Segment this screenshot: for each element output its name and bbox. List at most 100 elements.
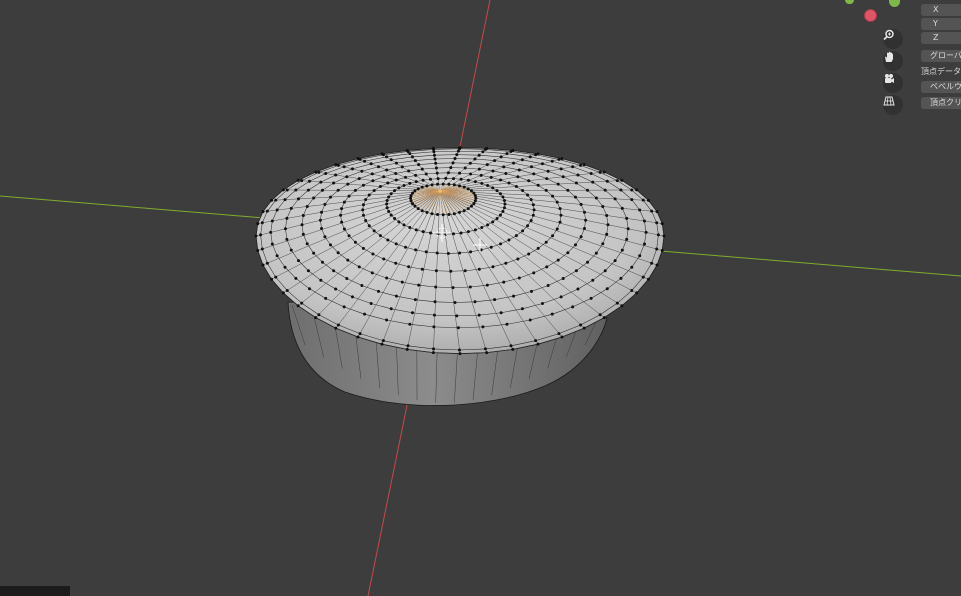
mesh-vertex (296, 197, 300, 201)
vertex-crease-field[interactable]: 頂点クリ (921, 97, 961, 109)
mesh-vertex (350, 167, 354, 171)
mesh-vertex (495, 189, 499, 193)
mesh-vertex (466, 207, 470, 211)
mesh-vertex (434, 166, 438, 170)
mesh-vertex (540, 162, 544, 166)
mesh-vertex (431, 351, 435, 355)
mesh-vertex (434, 161, 438, 165)
bevel-weight-field[interactable]: ベベルウ (921, 81, 961, 93)
mesh-vertex (431, 146, 435, 150)
mesh-vertex (601, 205, 605, 209)
mesh-vertex (328, 243, 332, 247)
mesh-vertex (296, 259, 300, 263)
ortho-grid-button[interactable] (883, 95, 903, 115)
mesh-vertex (620, 304, 624, 308)
mesh-vertex (340, 220, 344, 224)
mesh-vertex (413, 204, 417, 208)
mesh-vertex (598, 313, 602, 317)
mesh-vertex (660, 248, 664, 252)
mesh-vertex (555, 200, 559, 204)
mesh-vertex (480, 226, 484, 230)
mesh-vertex (432, 347, 436, 351)
mesh-vertex (601, 242, 605, 246)
mesh-vertex (550, 159, 554, 163)
pan-button[interactable] (883, 51, 903, 71)
mesh-vertex (455, 314, 459, 318)
mesh-vertex (559, 295, 563, 299)
mesh-vertex (410, 155, 414, 159)
mesh-vertex (561, 175, 565, 179)
mesh-vertex (404, 175, 408, 179)
mesh-vertex (342, 227, 346, 231)
mesh-vertex (414, 180, 418, 184)
mesh-vertex (468, 161, 472, 165)
mesh-vertex (407, 169, 411, 173)
mesh-vertex (462, 185, 466, 189)
mesh-vertex (314, 316, 318, 320)
mesh-vertex (489, 245, 493, 249)
mesh-vertex (458, 348, 461, 352)
mesh-vertex (367, 224, 371, 228)
mesh-vertex (504, 172, 508, 176)
mesh-vertex (498, 192, 502, 196)
mesh-vertex (517, 168, 521, 172)
mesh-vertex (361, 183, 365, 187)
viewport-scene[interactable] (0, 0, 961, 596)
x-field[interactable]: X (921, 4, 961, 16)
mesh-vertex (540, 301, 544, 305)
mesh-vertex (477, 167, 481, 171)
mesh-vertex (393, 217, 397, 221)
mesh-vertex (473, 228, 477, 232)
global-toggle-button[interactable]: グローバ (921, 50, 961, 62)
y-field[interactable]: Y (921, 18, 961, 30)
z-field[interactable]: Z (921, 32, 961, 44)
camera-button[interactable] (883, 73, 903, 93)
mesh-vertex (328, 195, 332, 199)
mesh-vertex (458, 210, 462, 214)
mesh-vertex (370, 271, 374, 275)
mesh-vertex (300, 223, 304, 227)
mesh-vertex (528, 318, 532, 322)
mesh-vertex (314, 170, 318, 174)
mesh-vertex (605, 179, 609, 183)
mesh-vertex (436, 177, 440, 181)
zoom-button[interactable] (883, 29, 903, 49)
mesh-vertex (603, 269, 607, 273)
mesh-vertex (300, 301, 304, 305)
mesh-vertex (389, 192, 393, 196)
mesh-vertex (469, 250, 473, 254)
mesh-vertex (449, 166, 453, 170)
hand-icon (885, 51, 893, 62)
mesh-vertex (602, 316, 606, 320)
mesh-vertex (400, 280, 404, 284)
mesh-vertex (275, 254, 279, 258)
mesh-vertex (369, 162, 373, 166)
mesh-vertex (269, 230, 273, 234)
mesh-vertex (356, 157, 360, 161)
mesh-vertex (265, 209, 269, 213)
mesh-vertex (512, 294, 516, 298)
mesh-vertex (382, 257, 386, 261)
y-label: Y (933, 19, 938, 28)
mesh-vertex (294, 276, 298, 280)
mesh-vertex (638, 254, 642, 258)
gizmo-x-axis-icon[interactable] (864, 9, 877, 22)
mesh-vertex (342, 305, 346, 309)
mesh-vertex (530, 165, 533, 169)
mesh-vertex (402, 223, 406, 227)
mesh-vertex (451, 286, 455, 290)
mesh-vertex (270, 277, 274, 281)
mesh-vertex (566, 251, 570, 255)
mesh-vertex (566, 188, 570, 192)
mesh-vertex (459, 231, 463, 235)
mesh-vertex (493, 159, 497, 163)
mesh-vertex (446, 251, 450, 255)
mesh-vertex (455, 153, 459, 157)
mesh-vertex (306, 269, 310, 273)
mesh-vertex (606, 223, 610, 227)
mesh-vertex (345, 175, 349, 179)
mesh-vertex (367, 193, 371, 197)
3d-viewport[interactable]: X Y Z グローバ 頂点データ ベベルウ 頂点クリ (0, 0, 961, 596)
mesh-vertex (430, 183, 434, 187)
mesh-vertex (389, 307, 393, 311)
